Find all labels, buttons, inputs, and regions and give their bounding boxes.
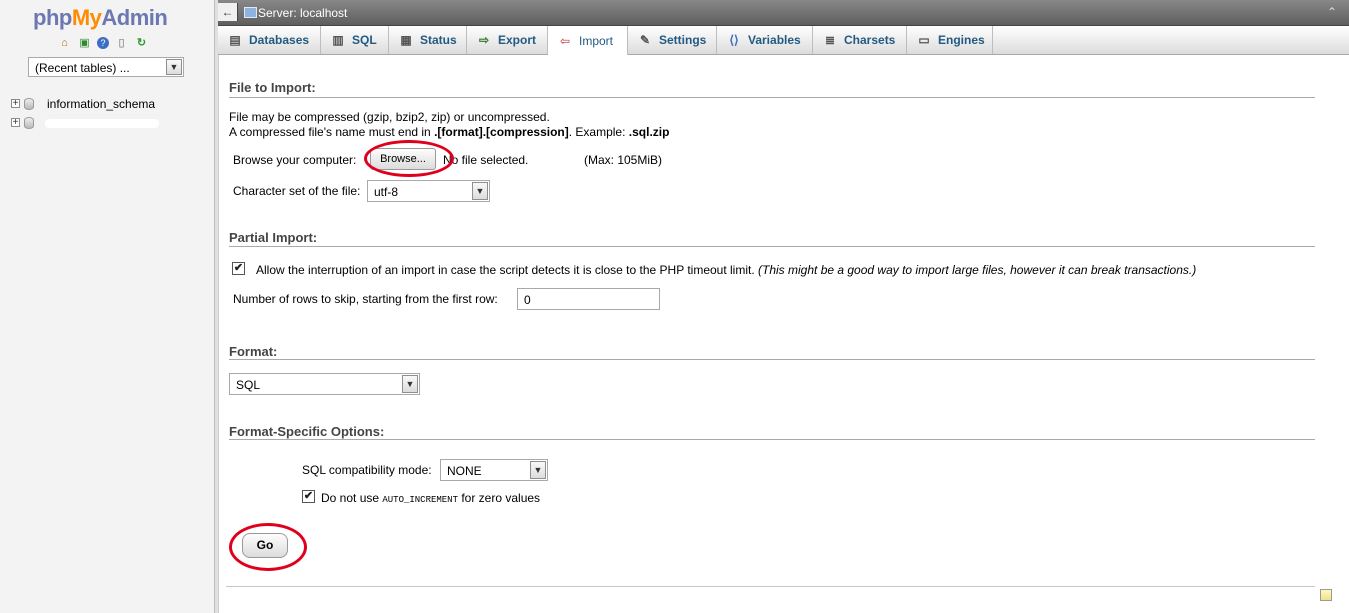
- phpmyadmin-logo[interactable]: phpMyAdmin: [33, 5, 168, 31]
- sql-compat-select[interactable]: NONE ▼: [440, 459, 548, 481]
- database-icon: [24, 117, 34, 129]
- browse-button[interactable]: Browse...: [370, 148, 436, 170]
- browse-label: Browse your computer:: [233, 153, 357, 167]
- section-divider: [229, 246, 1315, 247]
- partial-import-heading: Partial Import:: [229, 230, 318, 245]
- section-divider: [229, 359, 1315, 360]
- no-auto-increment-checkbox[interactable]: ✔: [302, 490, 315, 503]
- tab-import[interactable]: ⇦ Import: [548, 26, 628, 55]
- tab-charsets[interactable]: ≣ Charsets: [813, 26, 907, 54]
- home-icon[interactable]: ⌂: [57, 37, 72, 50]
- exit-icon[interactable]: ▣: [77, 37, 92, 50]
- footer-divider: [226, 586, 1315, 587]
- chevron-down-icon: ▼: [166, 59, 182, 75]
- console-toggle-icon[interactable]: [1320, 589, 1332, 601]
- collapse-nav-button[interactable]: ←: [218, 3, 238, 21]
- allow-interrupt-label[interactable]: Allow the interruption of an import in c…: [256, 263, 1196, 277]
- server-breadcrumb-bar: ← Server: localhost ⌃: [218, 0, 1349, 26]
- max-upload-size: (Max: 105MiB): [584, 153, 663, 167]
- help-icon[interactable]: ?: [97, 37, 109, 49]
- reload-icon[interactable]: ↻: [134, 37, 149, 50]
- skip-rows-label: Number of rows to skip, starting from th…: [233, 292, 498, 306]
- engines-icon: ▭: [918, 33, 930, 47]
- tab-variables[interactable]: ⟨⟩ Variables: [717, 26, 813, 54]
- docs-icon[interactable]: ▯: [114, 37, 129, 50]
- compression-info: File may be compressed (gzip, bzip2, zip…: [229, 110, 550, 124]
- settings-icon: ✎: [639, 33, 651, 47]
- section-divider: [229, 439, 1315, 440]
- skip-rows-input[interactable]: 0: [517, 288, 660, 310]
- chevron-down-icon: ▼: [472, 182, 488, 200]
- no-file-selected: No file selected.: [443, 153, 529, 167]
- import-icon: ⇦: [559, 33, 571, 48]
- expand-icon[interactable]: +: [11, 99, 20, 109]
- tab-engines[interactable]: ▭ Engines: [907, 26, 993, 54]
- status-icon: ▦: [400, 33, 412, 47]
- server-breadcrumb[interactable]: Server: localhost: [258, 6, 347, 20]
- collapse-menu-icon[interactable]: ⌃: [1327, 5, 1337, 19]
- tab-databases[interactable]: ▤ Databases: [218, 26, 321, 54]
- chevron-down-icon: ▼: [530, 461, 546, 479]
- export-icon: ⇨: [478, 33, 490, 47]
- charset-label: Character set of the file:: [233, 184, 361, 198]
- format-heading: Format:: [229, 344, 278, 359]
- tab-settings[interactable]: ✎ Settings: [628, 26, 717, 54]
- redacted-db-name: [45, 119, 159, 128]
- chevron-down-icon: ▼: [402, 375, 418, 393]
- import-form: File to Import: File may be compressed (…: [218, 55, 1349, 613]
- db-tree-item-information-schema[interactable]: + information_schema: [11, 97, 211, 113]
- charsets-icon: ≣: [824, 33, 836, 47]
- charset-select[interactable]: utf-8 ▼: [367, 180, 490, 202]
- format-select[interactable]: SQL ▼: [229, 373, 420, 395]
- tab-export[interactable]: ⇨ Export: [467, 26, 548, 54]
- navigation-panel: phpMyAdmin ⌂ ▣ ? ▯ ↻ (Recent tables) ...…: [0, 0, 215, 613]
- compression-name-info: A compressed file's name must end in .[f…: [229, 125, 670, 139]
- no-auto-increment-label[interactable]: Do not use AUTO_INCREMENT for zero value…: [321, 491, 540, 505]
- server-icon: [244, 7, 257, 18]
- section-divider: [229, 97, 1315, 98]
- sql-icon: ▥: [332, 33, 344, 47]
- format-options-heading: Format-Specific Options:: [229, 424, 385, 439]
- go-button[interactable]: Go: [242, 533, 288, 558]
- main-tab-bar: ▤ Databases ▥ SQL ▦ Status ⇨ Export ⇦ Import …: [218, 26, 1349, 55]
- tab-status[interactable]: ▦ Status: [389, 26, 467, 54]
- nav-icon-bar: ⌂ ▣ ? ▯ ↻: [57, 37, 149, 50]
- databases-icon: ▤: [229, 33, 241, 47]
- tab-sql[interactable]: ▥ SQL: [321, 26, 389, 54]
- allow-interrupt-checkbox[interactable]: ✔: [232, 262, 245, 275]
- file-to-import-heading: File to Import:: [229, 80, 316, 95]
- variables-icon: ⟨⟩: [729, 33, 739, 47]
- expand-icon[interactable]: +: [11, 118, 20, 128]
- sql-compat-label: SQL compatibility mode:: [302, 463, 432, 477]
- recent-tables-select[interactable]: (Recent tables) ... ▼: [28, 57, 184, 77]
- database-icon: [24, 98, 34, 110]
